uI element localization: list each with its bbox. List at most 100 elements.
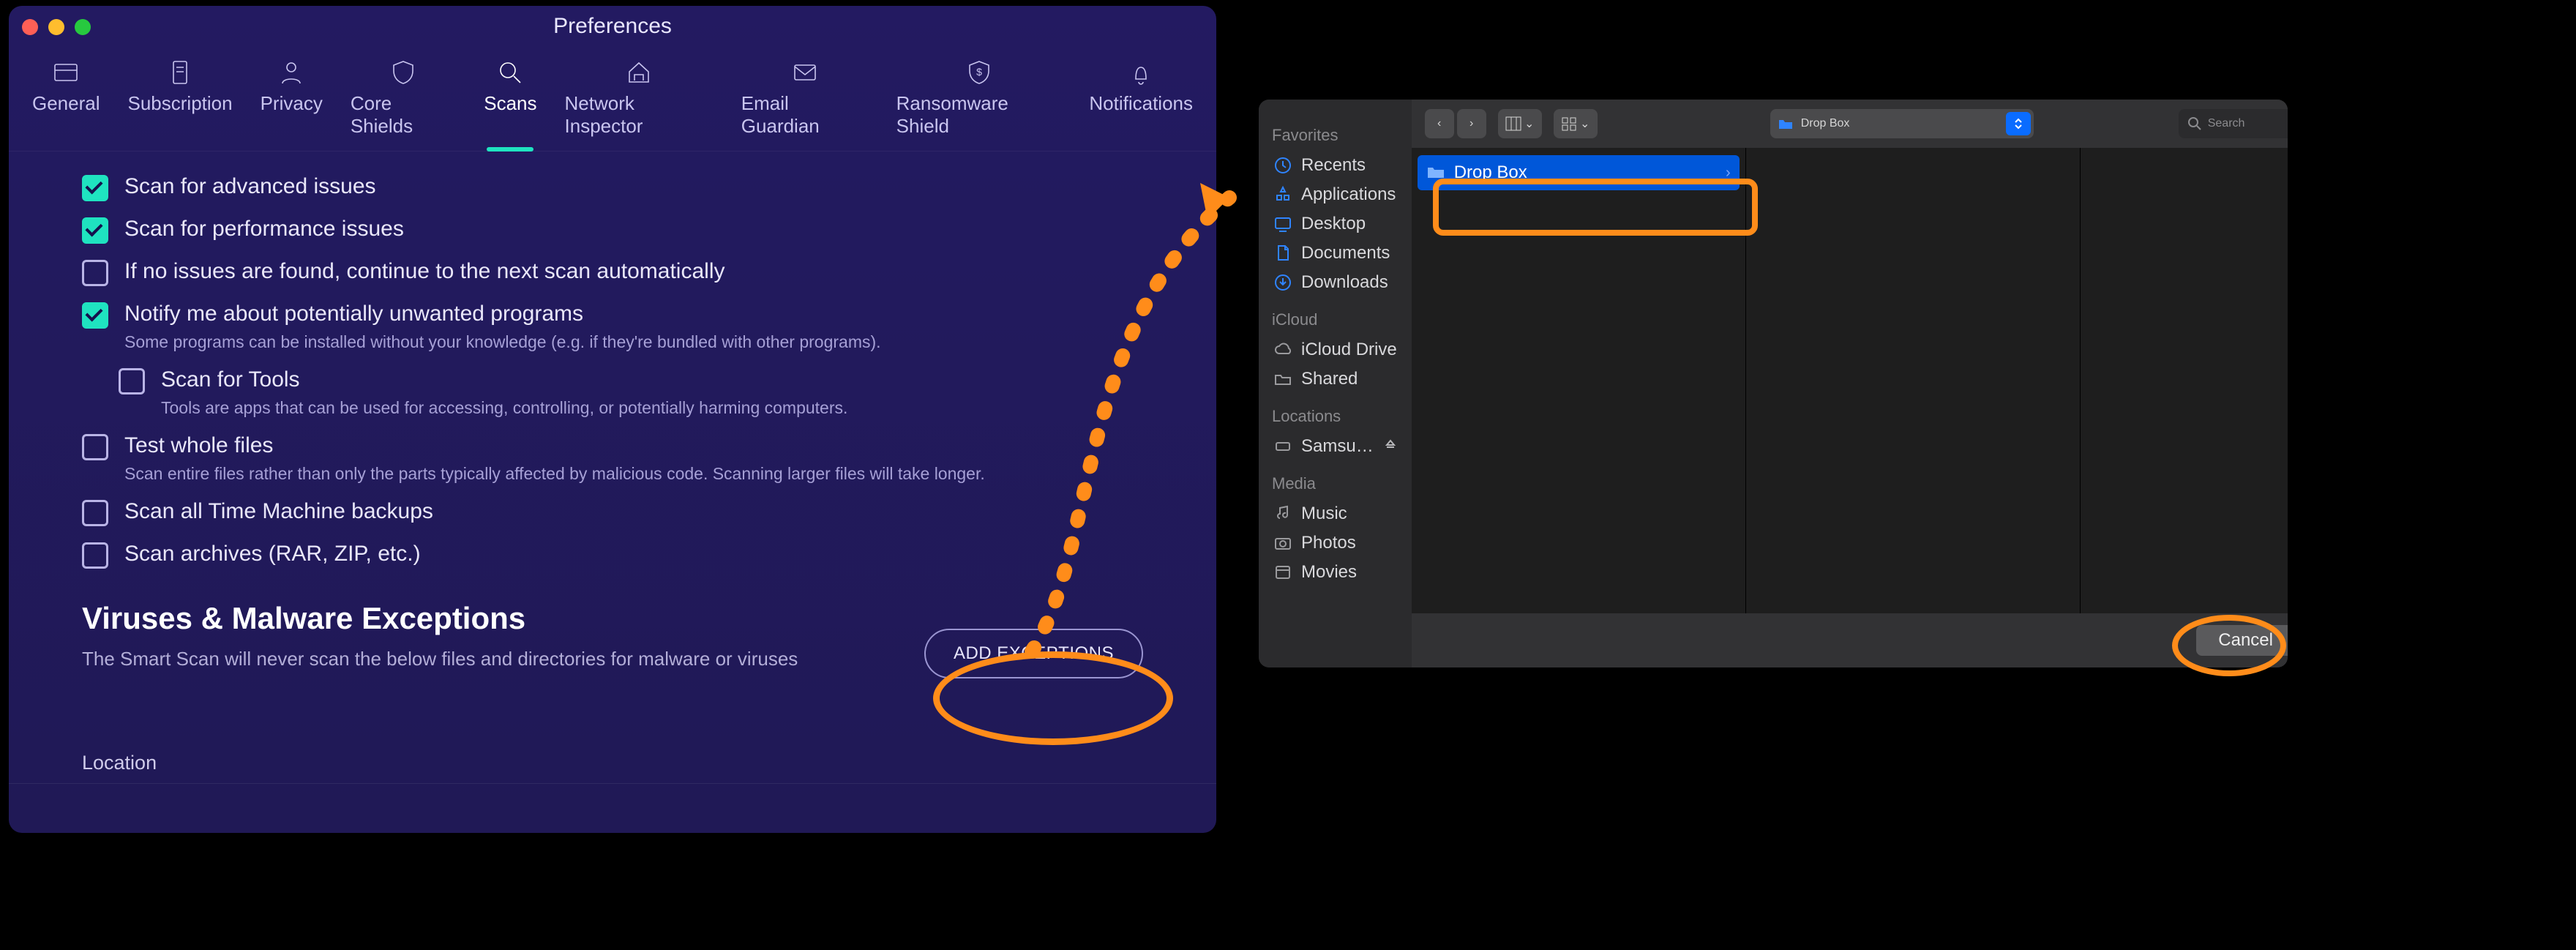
document-icon bbox=[1273, 244, 1292, 263]
sidebar-header-favorites: Favorites bbox=[1272, 126, 1399, 145]
clock-icon bbox=[1273, 156, 1292, 175]
sidebar-item-downloads[interactable]: Downloads bbox=[1266, 268, 1404, 297]
exceptions-desc: The Smart Scan will never scan the below… bbox=[82, 648, 798, 670]
group-button[interactable]: ⌄ bbox=[1554, 109, 1598, 138]
finder-toolbar: ‹ › ⌄ ⌄ Drop Box Search bbox=[1412, 100, 2288, 148]
finder-buttons: Cancel Open bbox=[1412, 613, 2288, 667]
eject-icon[interactable] bbox=[1384, 436, 1397, 457]
cancel-button[interactable]: Cancel bbox=[2196, 625, 2288, 656]
sidebar-header-locations: Locations bbox=[1272, 407, 1399, 426]
sidebar-item-music[interactable]: Music bbox=[1266, 499, 1404, 528]
folder-dropbox[interactable]: Drop Box › bbox=[1418, 155, 1740, 190]
view-columns-button[interactable]: ⌄ bbox=[1498, 109, 1542, 138]
tab-privacy[interactable]: Privacy bbox=[250, 53, 333, 151]
finder-columns: Drop Box › bbox=[1412, 148, 2288, 613]
finder-window: Favorites Recents Applications Desktop D… bbox=[1259, 100, 2288, 667]
svg-text:$: $ bbox=[976, 66, 982, 78]
drive-icon bbox=[1273, 437, 1292, 456]
music-icon bbox=[1273, 504, 1292, 523]
sidebar-item-movies[interactable]: Movies bbox=[1266, 558, 1404, 587]
sidebar-item-shared[interactable]: Shared bbox=[1266, 364, 1404, 394]
download-icon bbox=[1273, 273, 1292, 292]
camera-icon bbox=[1273, 534, 1292, 553]
zoom-window-button[interactable] bbox=[75, 19, 91, 35]
checkbox-tools[interactable] bbox=[119, 368, 145, 394]
desktop-icon bbox=[1273, 214, 1292, 233]
folder-icon bbox=[1778, 117, 1794, 130]
sidebar-header-media: Media bbox=[1272, 474, 1399, 493]
path-dropdown[interactable]: Drop Box bbox=[1770, 109, 2034, 138]
opt-advanced[interactable]: Scan for advanced issues bbox=[82, 172, 1143, 201]
search-icon bbox=[2187, 116, 2202, 131]
person-icon bbox=[277, 59, 305, 86]
house-icon bbox=[625, 59, 653, 86]
receipt-icon bbox=[166, 59, 194, 86]
opt-pup[interactable]: Notify me about potentially unwanted pro… bbox=[82, 299, 1143, 352]
tab-ransomware[interactable]: $ Ransomware Shield bbox=[886, 53, 1072, 151]
close-window-button[interactable] bbox=[22, 19, 38, 35]
checkbox-performance[interactable] bbox=[82, 217, 108, 244]
checkbox-whole[interactable] bbox=[82, 434, 108, 460]
magnify-icon bbox=[496, 59, 524, 86]
checkbox-archives[interactable] bbox=[82, 542, 108, 569]
sidebar-item-desktop[interactable]: Desktop bbox=[1266, 209, 1404, 239]
chevron-right-icon: › bbox=[1726, 165, 1731, 182]
tab-coreshields[interactable]: Core Shields bbox=[340, 53, 466, 151]
checkbox-continue[interactable] bbox=[82, 260, 108, 286]
finder-column-3 bbox=[2081, 148, 2288, 613]
card-icon bbox=[52, 59, 80, 86]
opt-performance[interactable]: Scan for performance issues bbox=[82, 214, 1143, 244]
apps-icon bbox=[1273, 185, 1292, 204]
sidebar-item-photos[interactable]: Photos bbox=[1266, 528, 1404, 558]
path-caret[interactable] bbox=[2006, 112, 2031, 135]
film-icon bbox=[1273, 563, 1292, 582]
sidebar-item-samsung[interactable]: Samsu bbox=[1266, 432, 1404, 461]
folder-icon bbox=[1426, 165, 1445, 181]
sidebar-item-recents[interactable]: Recents bbox=[1266, 151, 1404, 180]
sidebar-item-icloud[interactable]: iCloud Drive bbox=[1266, 335, 1404, 364]
finder-sidebar: Favorites Recents Applications Desktop D… bbox=[1259, 100, 1412, 667]
checkbox-advanced[interactable] bbox=[82, 175, 108, 201]
finder-column-1: Drop Box › bbox=[1412, 148, 1746, 613]
tab-general[interactable]: General bbox=[22, 53, 111, 151]
columns-icon bbox=[1505, 116, 1521, 131]
tab-subscription[interactable]: Subscription bbox=[118, 53, 243, 151]
cloud-icon bbox=[1273, 340, 1292, 359]
window-title: Preferences bbox=[553, 14, 672, 39]
checkbox-tm[interactable] bbox=[82, 500, 108, 526]
checkbox-pup[interactable] bbox=[82, 302, 108, 329]
opt-whole[interactable]: Test whole files Scan entire files rathe… bbox=[82, 431, 1143, 484]
pref-tabs: General Subscription Privacy Core Shield… bbox=[9, 42, 1216, 152]
exceptions-row: The Smart Scan will never scan the below… bbox=[82, 629, 1143, 678]
tab-notifications[interactable]: Notifications bbox=[1079, 53, 1203, 151]
traffic-lights bbox=[22, 19, 91, 35]
opt-tools[interactable]: Scan for Tools Tools are apps that can b… bbox=[119, 365, 1143, 418]
opt-continue[interactable]: If no issues are found, continue to the … bbox=[82, 257, 1143, 286]
scans-content: Scan for advanced issues Scan for perfor… bbox=[9, 152, 1216, 708]
nav-forward-button[interactable]: › bbox=[1457, 109, 1486, 138]
exceptions-location-header: Location bbox=[9, 752, 1216, 784]
tab-email[interactable]: Email Guardian bbox=[731, 53, 879, 151]
finder-column-2 bbox=[1746, 148, 2081, 613]
preferences-window: Preferences General Subscription Privacy… bbox=[9, 6, 1216, 833]
add-exceptions-button[interactable]: ADD EXCEPTIONS bbox=[924, 629, 1143, 678]
sidebar-item-applications[interactable]: Applications bbox=[1266, 180, 1404, 209]
sidebar-item-documents[interactable]: Documents bbox=[1266, 239, 1404, 268]
shared-folder-icon bbox=[1273, 370, 1292, 389]
grid-icon bbox=[1561, 116, 1577, 131]
minimize-window-button[interactable] bbox=[48, 19, 64, 35]
mail-icon bbox=[791, 59, 819, 86]
tab-network[interactable]: Network Inspector bbox=[555, 53, 724, 151]
finder-main: ‹ › ⌄ ⌄ Drop Box Search bbox=[1412, 100, 2288, 667]
shield-icon bbox=[389, 59, 417, 86]
tab-scans[interactable]: Scans bbox=[473, 53, 547, 151]
nav-back-button[interactable]: ‹ bbox=[1425, 109, 1454, 138]
ransom-shield-icon: $ bbox=[965, 59, 993, 86]
titlebar: Preferences bbox=[9, 6, 1216, 42]
updown-icon bbox=[2013, 117, 2023, 130]
opt-tm[interactable]: Scan all Time Machine backups bbox=[82, 497, 1143, 526]
opt-archives[interactable]: Scan archives (RAR, ZIP, etc.) bbox=[82, 539, 1143, 569]
sidebar-header-icloud: iCloud bbox=[1272, 310, 1399, 329]
finder-search[interactable]: Search bbox=[2179, 109, 2288, 138]
bell-icon bbox=[1127, 59, 1155, 86]
